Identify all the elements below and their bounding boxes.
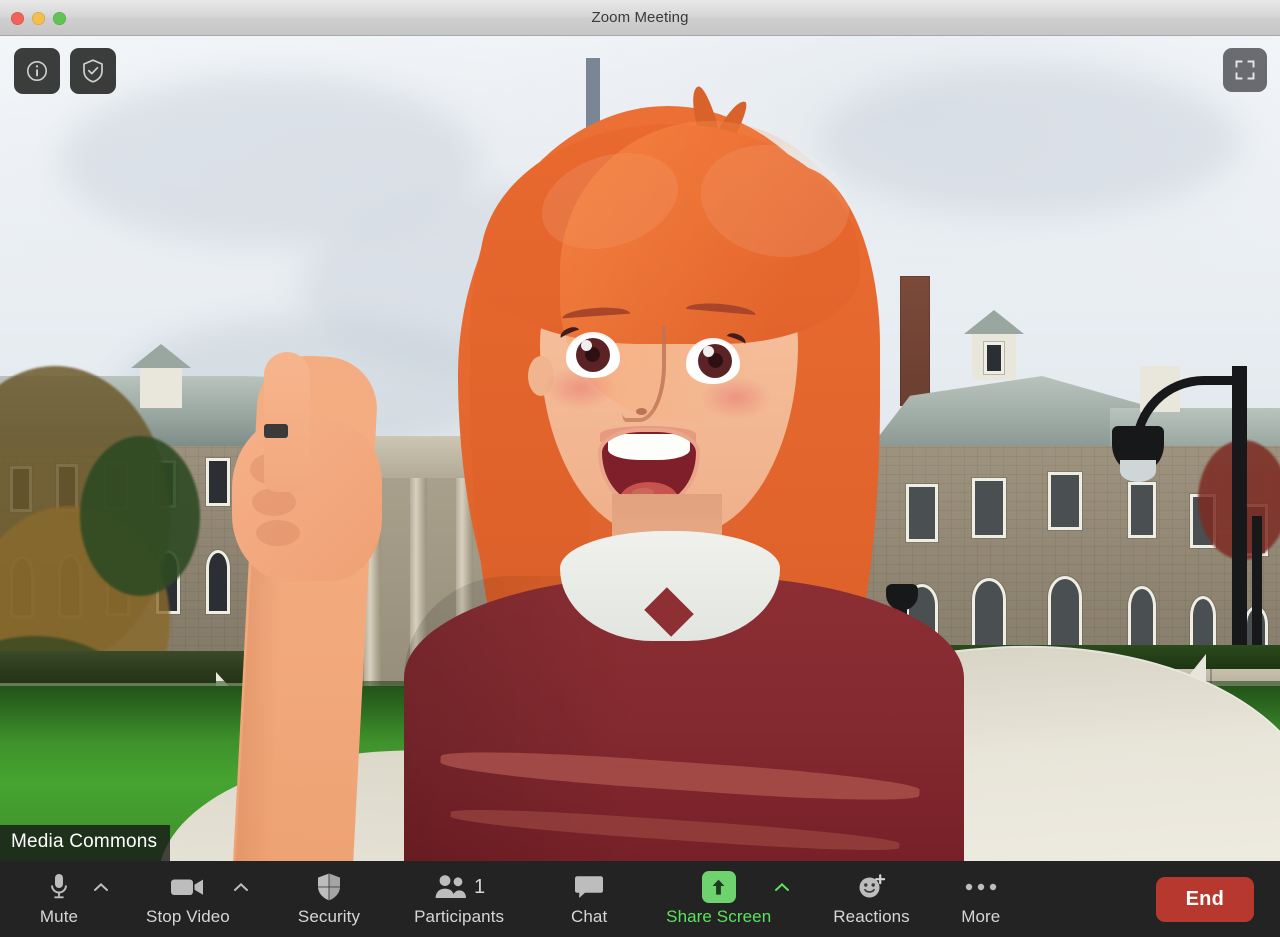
avatar-ring (264, 424, 288, 438)
video-options-caret[interactable] (230, 870, 252, 904)
video-camera-icon (170, 870, 206, 904)
more-button[interactable]: More (950, 861, 1012, 927)
participants-count: 1 (474, 876, 486, 898)
stop-video-button-label: Stop Video (146, 907, 230, 926)
avatar-teeth (608, 434, 690, 460)
mute-button[interactable]: Mute (28, 861, 90, 927)
security-button[interactable]: Security (298, 861, 360, 927)
chat-button[interactable]: Chat (558, 861, 620, 927)
avatar-eye-glint (703, 346, 714, 357)
mute-button-label: Mute (39, 907, 79, 926)
encryption-status-button[interactable] (70, 48, 116, 94)
more-button-label: More (961, 907, 1001, 926)
chevron-up-icon (233, 883, 248, 891)
minimize-window-button[interactable] (32, 11, 45, 25)
participants-button-label: Participants (414, 907, 505, 926)
avatar-knuckle (252, 488, 296, 516)
participants-button[interactable]: 1 Participants (414, 861, 504, 927)
more-dots-icon (964, 870, 998, 904)
reactions-button-label: Reactions (833, 907, 910, 926)
enter-fullscreen-button[interactable] (1223, 48, 1267, 92)
window-title-bar: Zoom Meeting (0, 0, 1280, 36)
window-traffic-lights (11, 0, 66, 36)
participants-icon (435, 875, 467, 898)
video-stage: Media Commons (0, 36, 1280, 861)
avatar-eye-glint (581, 340, 592, 351)
info-circle-icon (27, 61, 47, 81)
participant-name-badge: Media Commons (0, 825, 171, 861)
share-screen-icon-wrap (701, 870, 736, 904)
stop-video-button[interactable]: Stop Video (146, 861, 230, 927)
reactions-button[interactable]: Reactions (833, 861, 910, 927)
avatar-index-finger (264, 352, 310, 492)
share-screen-icon (701, 871, 736, 903)
chat-bubble-icon (574, 870, 604, 904)
shield-check-icon (83, 59, 103, 83)
chevron-up-icon (775, 883, 790, 891)
video-overlay-buttons (14, 48, 116, 94)
chat-button-label: Chat (570, 907, 608, 926)
chevron-up-icon (94, 883, 108, 891)
zoom-meeting-window: Zoom Meeting Media Commons Mute Stop Vid… (0, 0, 1280, 937)
share-screen-button[interactable]: Share Screen (666, 861, 771, 927)
reactions-icon (856, 870, 888, 904)
share-screen-button-label: Share Screen (666, 907, 772, 926)
maximize-window-button[interactable] (53, 11, 66, 25)
participants-icon-group: 1 (433, 870, 485, 904)
avatar-knuckle (256, 520, 300, 546)
meeting-info-button[interactable] (14, 48, 60, 94)
microphone-icon (48, 870, 70, 904)
shield-icon (316, 870, 342, 904)
share-options-caret[interactable] (771, 870, 793, 904)
close-window-button[interactable] (11, 11, 24, 25)
meeting-toolbar: Mute Stop Video Security 1 Participants … (0, 861, 1280, 937)
participant-avatar (0, 36, 1280, 861)
end-meeting-button[interactable]: End (1155, 876, 1254, 922)
window-title: Zoom Meeting (591, 9, 689, 26)
fullscreen-icon (1235, 60, 1255, 80)
security-button-label: Security (297, 907, 361, 926)
audio-options-caret[interactable] (90, 870, 112, 904)
avatar-nostril (636, 408, 647, 415)
